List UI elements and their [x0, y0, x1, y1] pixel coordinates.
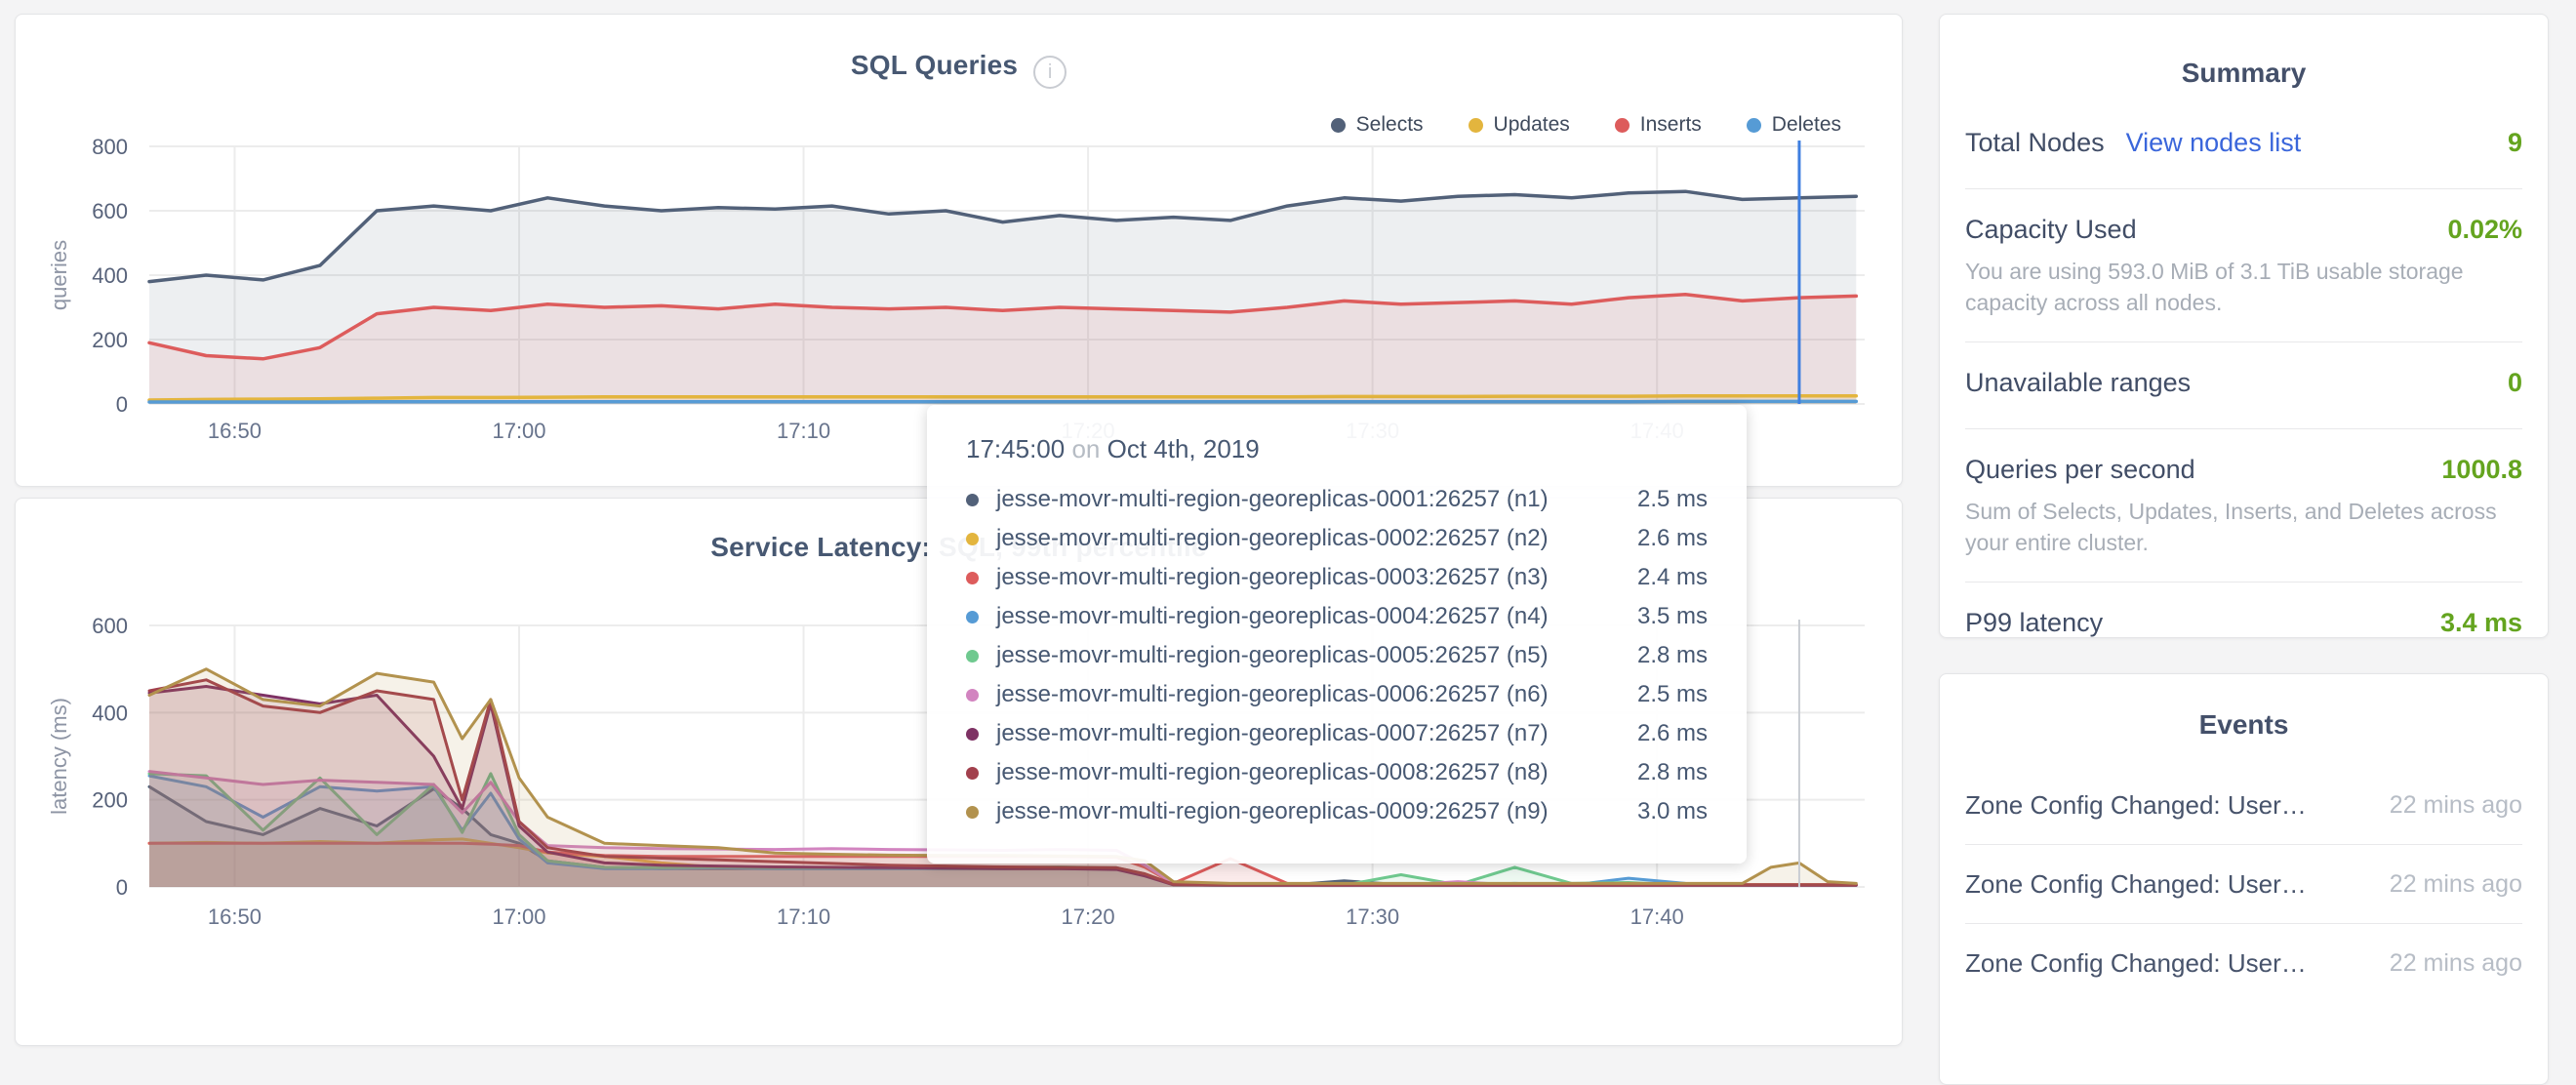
summary-heading: Summary: [1940, 15, 2548, 89]
x-axis-tick-label: 17:10: [777, 904, 830, 929]
series-dot: [966, 650, 979, 663]
series-dot: [966, 572, 979, 584]
y-axis-tick-label: 200: [92, 328, 128, 352]
tooltip-rows: jesse-movr-multi-region-georeplicas-0001…: [966, 480, 1708, 831]
event-row: Zone Config Changed: User… 22 mins ago: [1965, 845, 2522, 924]
capacity-used-row: Capacity Used 0.02%: [1965, 215, 2522, 252]
series-dot: [966, 806, 979, 819]
qps-note: Sum of Selects, Updates, Inserts, and De…: [1965, 496, 2522, 558]
node-name: jesse-movr-multi-region-georeplicas-0004…: [996, 603, 1549, 630]
tooltip-date: Oct 4th, 2019: [1107, 434, 1260, 463]
p99-latency-row: P99 latency 3.4 ms: [1965, 608, 2522, 645]
total-nodes-label: Total Nodes: [1965, 128, 2105, 158]
y-axis-tick-label: 400: [92, 263, 128, 288]
node-name: jesse-movr-multi-region-georeplicas-0006…: [996, 681, 1549, 708]
x-axis-tick-label: 16:50: [208, 904, 262, 929]
x-axis-tick-label: 17:00: [492, 904, 545, 929]
series-dot: [966, 494, 979, 506]
events-heading: Events: [1940, 674, 2548, 741]
event-timestamp: 22 mins ago: [2370, 791, 2522, 820]
unavailable-ranges-value: 0: [2508, 368, 2522, 398]
view-nodes-list-link[interactable]: View nodes list: [2126, 128, 2302, 158]
series-dot: [966, 689, 979, 702]
event-timestamp: 22 mins ago: [2370, 949, 2522, 978]
tooltip-row: jesse-movr-multi-region-georeplicas-0006…: [966, 675, 1708, 714]
tooltip-header: 17:45:00 on Oct 4th, 2019: [966, 434, 1708, 464]
tooltip-row: jesse-movr-multi-region-georeplicas-0004…: [966, 597, 1708, 636]
series-dot: [966, 728, 979, 741]
p99-latency-label: P99 latency: [1965, 608, 2103, 638]
tooltip-row: jesse-movr-multi-region-georeplicas-0009…: [966, 792, 1708, 831]
y-axis-title: latency (ms): [47, 698, 71, 815]
tooltip-row: jesse-movr-multi-region-georeplicas-0002…: [966, 519, 1708, 558]
tooltip-row: jesse-movr-multi-region-georeplicas-0005…: [966, 636, 1708, 675]
node-name: jesse-movr-multi-region-georeplicas-0001…: [996, 486, 1549, 513]
node-name: jesse-movr-multi-region-georeplicas-0007…: [996, 720, 1549, 747]
node-name: jesse-movr-multi-region-georeplicas-0005…: [996, 642, 1549, 669]
x-axis-tick-label: 16:50: [208, 419, 262, 443]
events-list: Zone Config Changed: User… 22 mins ago Zon…: [1940, 766, 2548, 1002]
node-latency-value: 2.6 ms: [1608, 525, 1708, 552]
x-axis-tick-label: 17:20: [1062, 904, 1115, 929]
capacity-used-value: 0.02%: [2447, 215, 2522, 245]
x-axis-tick-label: 17:00: [492, 419, 545, 443]
series-line-Deletes: [149, 401, 1856, 402]
event-timestamp: 22 mins ago: [2370, 870, 2522, 899]
node-name: jesse-movr-multi-region-georeplicas-0008…: [996, 759, 1549, 786]
y-axis-tick-label: 600: [92, 614, 128, 638]
summary-panel: Summary Total Nodes View nodes list 9 Ca…: [1939, 14, 2549, 638]
x-axis-tick-label: 17:40: [1630, 904, 1684, 929]
series-dot: [966, 611, 979, 623]
event-row: Zone Config Changed: User… 22 mins ago: [1965, 766, 2522, 845]
cluster-overview-page: { "sql_chart": { "title": "SQL Queries",…: [0, 0, 2576, 974]
node-name: jesse-movr-multi-region-georeplicas-0002…: [996, 525, 1549, 552]
y-axis-tick-label: 0: [116, 392, 128, 417]
tooltip-time: 17:45:00: [966, 434, 1065, 463]
node-latency-value: 3.5 ms: [1608, 603, 1708, 630]
unavailable-ranges-label: Unavailable ranges: [1965, 368, 2191, 398]
y-axis-tick-label: 600: [92, 199, 128, 223]
event-row: Zone Config Changed: User…22 mins ago: [1965, 924, 2522, 1002]
node-latency-value: 2.5 ms: [1608, 681, 1708, 708]
divider: [1965, 582, 2522, 583]
divider: [1965, 428, 2522, 429]
chart-hover-tooltip: 17:45:00 on Oct 4th, 2019 jesse-movr-mul…: [927, 405, 1747, 864]
tooltip-row: jesse-movr-multi-region-georeplicas-0001…: [966, 480, 1708, 519]
tooltip-row: jesse-movr-multi-region-georeplicas-0003…: [966, 558, 1708, 597]
y-axis-tick-label: 0: [116, 875, 128, 900]
event-title-link[interactable]: Zone Config Changed: User…: [1965, 869, 2307, 900]
total-nodes-row: Total Nodes View nodes list 9: [1965, 128, 2522, 165]
node-latency-value: 2.8 ms: [1608, 759, 1708, 786]
queries-per-second-value: 1000.8: [2441, 455, 2522, 485]
node-latency-value: 3.0 ms: [1608, 798, 1708, 825]
capacity-note: You are using 593.0 MiB of 3.1 TiB usabl…: [1965, 256, 2522, 318]
capacity-used-label: Capacity Used: [1965, 215, 2137, 245]
node-latency-value: 2.8 ms: [1608, 642, 1708, 669]
node-latency-value: 2.6 ms: [1608, 720, 1708, 747]
y-axis-title: queries: [47, 240, 71, 310]
series-dot: [966, 533, 979, 545]
event-title-link[interactable]: Zone Config Changed: User…: [1965, 790, 2307, 821]
x-axis-tick-label: 17:10: [777, 419, 830, 443]
queries-per-second-row: Queries per second 1000.8: [1965, 455, 2522, 492]
x-axis-tick-label: 17:30: [1346, 904, 1399, 929]
unavailable-ranges-row: Unavailable ranges 0: [1965, 368, 2522, 405]
p99-latency-value: 3.4 ms: [2440, 608, 2522, 638]
divider: [1965, 188, 2522, 189]
node-name: jesse-movr-multi-region-georeplicas-0009…: [996, 798, 1549, 825]
y-axis-tick-label: 800: [92, 135, 128, 159]
queries-per-second-label: Queries per second: [1965, 455, 2195, 485]
total-nodes-value: 9: [2508, 128, 2522, 158]
events-panel: Events Zone Config Changed: User… 22 mins…: [1939, 673, 2549, 1085]
tooltip-preposition: on: [1071, 434, 1100, 463]
series-dot: [966, 767, 979, 780]
y-axis-tick-label: 200: [92, 788, 128, 813]
node-name: jesse-movr-multi-region-georeplicas-0003…: [996, 564, 1549, 591]
y-axis-tick-label: 400: [92, 701, 128, 725]
node-latency-value: 2.5 ms: [1608, 486, 1708, 513]
tooltip-row: jesse-movr-multi-region-georeplicas-0007…: [966, 714, 1708, 753]
node-latency-value: 2.4 ms: [1608, 564, 1708, 591]
tooltip-row: jesse-movr-multi-region-georeplicas-0008…: [966, 753, 1708, 792]
